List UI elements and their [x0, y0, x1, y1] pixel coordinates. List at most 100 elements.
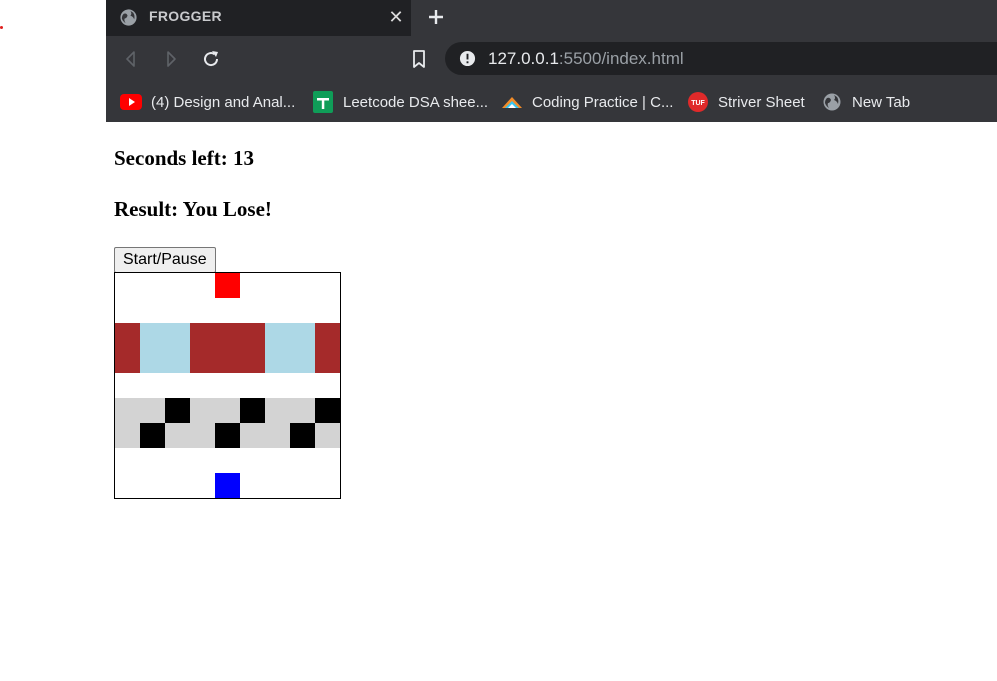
browser-chrome: FROGGER ✕ 127.0.0.1:5500/index.html (4) …	[106, 0, 997, 122]
forward-arrow-icon[interactable]	[159, 47, 183, 71]
grid-cell-car	[140, 423, 165, 448]
grid-cell-road	[265, 398, 290, 423]
grid-cell-empty	[240, 473, 265, 498]
grid-cell-water	[265, 323, 290, 348]
grid-cell-empty	[315, 448, 340, 473]
grid-cell-log	[240, 323, 265, 348]
grid-cell-road	[115, 398, 140, 423]
grid-cell-empty	[265, 373, 290, 398]
address-bar[interactable]: 127.0.0.1:5500/index.html	[445, 42, 997, 75]
grid-cell-water	[140, 323, 165, 348]
bookmark-label: Leetcode DSA shee...	[343, 93, 489, 111]
close-icon[interactable]: ✕	[386, 7, 406, 27]
new-tab-plus-icon[interactable]	[424, 5, 448, 29]
grid-cell-empty	[240, 448, 265, 473]
url-text: 127.0.0.1:5500/index.html	[488, 49, 684, 69]
bookmark-label: Striver Sheet	[718, 93, 805, 111]
grid-cell-empty	[140, 373, 165, 398]
grid-cell-ending	[215, 273, 240, 298]
bookmark-icon[interactable]	[407, 47, 431, 71]
grid-cell-empty	[315, 298, 340, 323]
grid-cell-empty	[190, 298, 215, 323]
bookmark-label: (4) Design and Anal...	[151, 93, 296, 111]
grid-cell-empty	[290, 448, 315, 473]
codingninjas-icon	[501, 91, 523, 113]
grid-cell-empty	[215, 373, 240, 398]
tab-frogger[interactable]: FROGGER ✕	[106, 0, 411, 36]
grid-cell-empty	[115, 298, 140, 323]
grid-cell-empty	[315, 373, 340, 398]
grid-cell-car	[240, 398, 265, 423]
bookmark-leetcode-sheet[interactable]: Leetcode DSA shee...	[312, 89, 488, 115]
grid-cell-log	[315, 348, 340, 373]
grid-cell-car	[165, 398, 190, 423]
grid-cell-empty	[265, 273, 290, 298]
tab-bar: FROGGER ✕	[106, 0, 997, 36]
grid-cell-empty	[165, 473, 190, 498]
grid-cell-empty	[140, 298, 165, 323]
grid-cell-empty	[290, 273, 315, 298]
grid-cell-water	[165, 348, 190, 373]
start-pause-button[interactable]: Start/Pause	[114, 247, 216, 273]
grid-cell-car	[315, 398, 340, 423]
grid-cell-empty	[240, 373, 265, 398]
red-dot-marker	[0, 26, 3, 29]
grid-cell-empty	[190, 448, 215, 473]
grid-cell-empty	[240, 298, 265, 323]
bookmark-design-analysis[interactable]: (4) Design and Anal...	[120, 89, 295, 115]
grid-cell-empty	[140, 273, 165, 298]
grid-cell-empty	[315, 273, 340, 298]
grid-cell-road	[190, 398, 215, 423]
bookmark-striver-sheet[interactable]: TUF Striver Sheet	[687, 89, 805, 115]
grid-cell-road	[215, 398, 240, 423]
globe-icon	[120, 9, 137, 26]
grid-cell-empty	[115, 273, 140, 298]
grid-cell-empty	[140, 473, 165, 498]
grid-cell-car	[215, 423, 240, 448]
grid-cell-road	[265, 423, 290, 448]
grid-cell-empty	[265, 448, 290, 473]
grid-cell-empty	[190, 373, 215, 398]
grid-cell-road	[115, 423, 140, 448]
info-icon[interactable]	[459, 50, 476, 67]
bookmark-new-tab[interactable]: New Tab	[821, 89, 910, 115]
google-sheets-icon	[312, 91, 334, 113]
grid-cell-frog	[215, 473, 240, 498]
grid-cell-road	[290, 398, 315, 423]
youtube-icon	[120, 91, 142, 113]
grid-cell-empty	[165, 298, 190, 323]
seconds-left-heading: Seconds left: 13	[114, 146, 254, 170]
grid-cell-log	[215, 323, 240, 348]
tuf-icon: TUF	[687, 91, 709, 113]
grid-cell-road	[315, 423, 340, 448]
bookmarks-bar: (4) Design and Anal... Leetcode DSA shee…	[106, 82, 997, 122]
result-heading: Result: You Lose!	[114, 197, 272, 221]
grid-cell-water	[165, 323, 190, 348]
grid-cell-empty	[165, 273, 190, 298]
grid-cell-empty	[265, 473, 290, 498]
grid-cell-road	[165, 423, 190, 448]
grid-cell-road	[240, 423, 265, 448]
bookmark-coding-practice[interactable]: Coding Practice | C...	[501, 89, 673, 115]
grid-cell-water	[140, 348, 165, 373]
grid-cell-empty	[290, 473, 315, 498]
grid-cell-empty	[215, 448, 240, 473]
grid-cell-road	[140, 398, 165, 423]
back-arrow-icon[interactable]	[119, 47, 143, 71]
grid-cell-log	[115, 323, 140, 348]
grid-cell-log	[215, 348, 240, 373]
bookmark-label: New Tab	[852, 93, 911, 111]
toolbar: 127.0.0.1:5500/index.html	[106, 36, 997, 82]
grid-cell-empty	[215, 298, 240, 323]
url-path: :5500/index.html	[558, 49, 684, 68]
grid-cell-empty	[265, 298, 290, 323]
grid-cell-empty	[165, 448, 190, 473]
grid-cell-empty	[115, 448, 140, 473]
grid-cell-log	[190, 348, 215, 373]
grid-cell-log	[240, 348, 265, 373]
grid-cell-empty	[290, 373, 315, 398]
globe-icon	[821, 91, 843, 113]
reload-icon[interactable]	[199, 47, 223, 71]
url-host: 127.0.0.1	[488, 49, 559, 68]
grid-cell-water	[290, 323, 315, 348]
